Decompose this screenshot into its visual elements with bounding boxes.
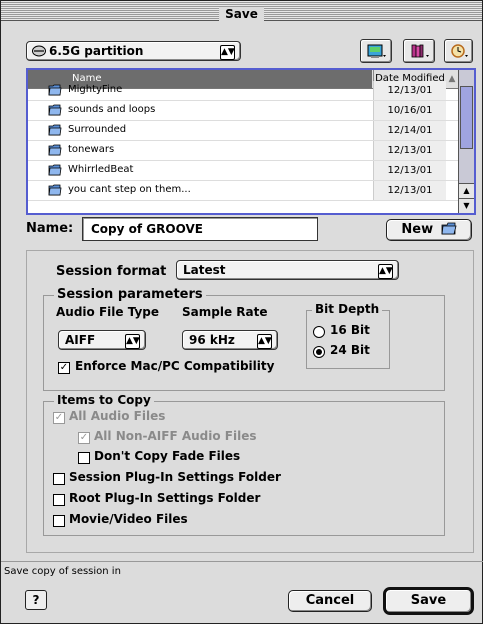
session-format-popup[interactable]: Latest ▲▼	[176, 260, 399, 280]
file-name-input[interactable]: Copy of GROOVE	[82, 217, 318, 241]
session-options-panel: Session format Latest ▲▼ Session paramet…	[26, 250, 474, 553]
title-bar[interactable]: Save	[1, 1, 482, 21]
items-to-copy-group: Items to Copy ✓ All Audio Files ✓ All No…	[43, 393, 445, 536]
sample-rate-value: 96 kHz	[189, 333, 235, 347]
file-list-row[interactable]: Surrounded 12/14/01	[28, 121, 459, 141]
save-button[interactable]: Save	[383, 587, 474, 615]
window-title: Save	[219, 7, 264, 21]
session-parameters-title: Session parameters	[54, 287, 206, 302]
status-text: Save copy of session in	[1, 561, 483, 577]
file-name: Surrounded	[68, 124, 127, 135]
folder-icon	[48, 144, 62, 156]
file-list-row[interactable]: sounds and loops 10/16/01	[28, 101, 459, 121]
folder-icon	[48, 124, 62, 136]
scroll-thumb[interactable]	[460, 86, 473, 149]
file-name: WhirrledBeat	[68, 164, 134, 175]
favorites-button[interactable]	[403, 39, 435, 63]
name-label: Name:	[26, 221, 74, 236]
file-name: sounds and loops	[68, 104, 156, 115]
desktop-icon	[367, 44, 386, 58]
file-list-row[interactable]: you cant step on them... 12/13/01	[28, 181, 459, 201]
bit-depth-16-label: 16 Bit	[330, 323, 370, 337]
bit-depth-group: Bit Depth 16 Bit 24 Bit	[306, 302, 390, 369]
sample-rate-popup[interactable]: 96 kHz ▲▼	[182, 330, 278, 350]
bit-depth-24-radio[interactable]	[313, 346, 325, 358]
folder-icon	[48, 84, 62, 96]
session-plugin-folder-checkbox[interactable]	[53, 473, 65, 485]
file-name: tonewars	[68, 144, 115, 155]
chevron-updown-icon: ▲▼	[378, 264, 393, 279]
audio-file-type-label: Audio File Type	[56, 305, 160, 319]
all-audio-files-label: All Audio Files	[69, 409, 166, 423]
favorites-icon	[411, 44, 429, 58]
file-date: 12/13/01	[373, 161, 446, 180]
recent-clock-icon	[451, 44, 468, 58]
file-date: 12/14/01	[373, 121, 446, 140]
folder-icon	[48, 164, 62, 176]
save-dialog: Save 6.5G partition ▲▼ Name Date Modifie…	[0, 0, 483, 624]
file-date: 12/13/01	[373, 81, 446, 100]
file-name: MightyFine	[68, 84, 123, 95]
file-list-row[interactable]: WhirrledBeat 12/13/01	[28, 161, 459, 181]
audio-file-type-popup[interactable]: AIFF ▲▼	[58, 330, 146, 350]
all-audio-files-checkbox[interactable]: ✓	[53, 412, 65, 424]
bit-depth-16-radio[interactable]	[313, 326, 325, 338]
new-folder-button-label: New	[401, 222, 434, 237]
session-parameters-group: Session parameters Audio File Type Sampl…	[43, 287, 445, 391]
new-folder-button[interactable]: New	[386, 219, 472, 241]
all-non-aiff-checkbox[interactable]: ✓	[78, 432, 90, 444]
audio-file-type-value: AIFF	[65, 333, 96, 347]
enforce-compat-label: Enforce Mac/PC Compatibility	[75, 359, 275, 373]
location-popup-label: 6.5G partition	[49, 44, 144, 58]
file-list-row[interactable]: MightyFine 12/13/01	[28, 81, 459, 101]
file-list-scrollbar[interactable]: ▲ ▼	[458, 70, 474, 213]
file-date: 12/13/01	[373, 181, 446, 200]
sample-rate-label: Sample Rate	[182, 305, 268, 319]
session-format-value: Latest	[183, 263, 226, 277]
bit-depth-title: Bit Depth	[312, 302, 383, 316]
root-plugin-folder-label: Root Plug-In Settings Folder	[69, 491, 261, 505]
enforce-compat-checkbox[interactable]: ✓	[58, 362, 70, 374]
drive-icon	[32, 45, 46, 57]
root-plugin-folder-checkbox[interactable]	[53, 494, 65, 506]
dont-copy-fade-label: Don't Copy Fade Files	[94, 449, 241, 463]
session-plugin-folder-label: Session Plug-In Settings Folder	[69, 470, 281, 484]
desktop-shortcut-button[interactable]	[360, 39, 392, 63]
scroll-up-arrow-icon[interactable]: ▲	[459, 183, 474, 198]
chevron-updown-icon: ▲▼	[220, 45, 235, 60]
recent-button[interactable]	[444, 39, 473, 63]
all-non-aiff-label: All Non-AIFF Audio Files	[94, 429, 257, 443]
location-popup[interactable]: 6.5G partition ▲▼	[26, 41, 241, 61]
file-name: you cant step on them...	[68, 184, 191, 195]
folder-icon	[48, 104, 62, 116]
file-date: 10/16/01	[373, 101, 446, 120]
cancel-button[interactable]: Cancel	[288, 590, 372, 612]
help-button[interactable]: ?	[25, 590, 47, 610]
chevron-updown-icon: ▲▼	[257, 334, 272, 349]
items-to-copy-title: Items to Copy	[54, 393, 154, 407]
file-date: 12/13/01	[373, 141, 446, 160]
movie-video-label: Movie/Video Files	[69, 512, 188, 526]
folder-icon	[48, 184, 62, 196]
movie-video-checkbox[interactable]	[53, 515, 65, 527]
dont-copy-fade-checkbox[interactable]	[78, 452, 90, 464]
session-format-label: Session format	[56, 264, 167, 279]
bit-depth-24-label: 24 Bit	[330, 343, 370, 357]
file-browser-list[interactable]: Name Date Modified ▲ MightyFine 12/13/01 s…	[26, 68, 476, 215]
new-folder-icon	[441, 222, 457, 235]
file-list-row[interactable]: tonewars 12/13/01	[28, 141, 459, 161]
scroll-down-arrow-icon[interactable]: ▼	[459, 198, 474, 213]
chevron-updown-icon: ▲▼	[125, 334, 140, 349]
